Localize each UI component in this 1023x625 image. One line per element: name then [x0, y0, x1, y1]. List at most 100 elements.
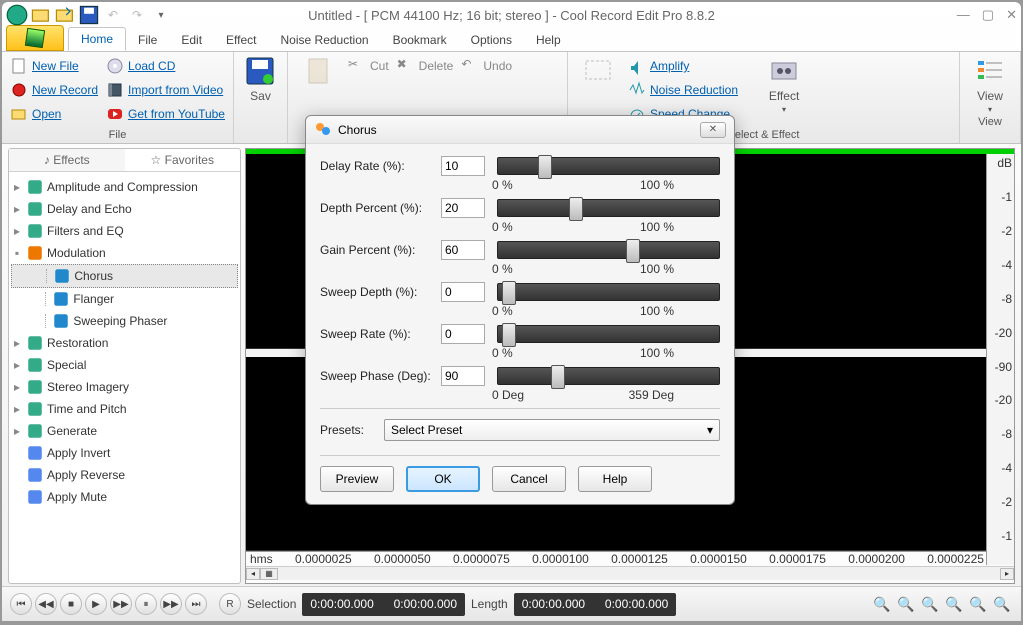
param-input[interactable] — [441, 366, 485, 386]
sidebar-tab-favorites[interactable]: ☆ Favorites — [125, 149, 241, 171]
tree-expander-icon[interactable]: ▸ — [11, 380, 23, 394]
param-slider[interactable] — [497, 367, 720, 385]
tree-item-chorus[interactable]: Chorus — [11, 264, 238, 288]
param-slider[interactable] — [497, 241, 720, 259]
tree-item-flanger[interactable]: Flanger — [11, 288, 238, 310]
ok-button[interactable]: OK — [406, 466, 480, 492]
pause-button[interactable]: ⏸ — [135, 593, 157, 615]
tab-options[interactable]: Options — [459, 29, 524, 51]
slider-thumb[interactable] — [502, 281, 516, 305]
open-button[interactable]: Open — [10, 103, 98, 125]
zoom-v-in-button[interactable]: 🔍 — [967, 593, 989, 615]
noise-reduction-button[interactable]: Noise Reduction — [628, 79, 738, 101]
scroll-knob[interactable]: ▦ — [260, 568, 278, 580]
amplify-button[interactable]: Amplify — [628, 55, 738, 77]
effects-tree[interactable]: ▸Amplitude and Compression▸Delay and Ech… — [9, 172, 240, 583]
param-input[interactable] — [441, 324, 485, 344]
tree-expander-icon[interactable]: ▸ — [11, 424, 23, 438]
play-loop-button[interactable]: ▶▶ — [110, 593, 132, 615]
tree-item-sweeping-phaser[interactable]: Sweeping Phaser — [11, 310, 238, 332]
tree-item-special[interactable]: ▸Special — [11, 354, 238, 376]
slider-thumb[interactable] — [569, 197, 583, 221]
get-youtube-button[interactable]: Get from YouTube — [106, 103, 225, 125]
cut-button[interactable]: ✂Cut — [348, 55, 389, 77]
delete-button[interactable]: ✖Delete — [397, 55, 454, 77]
tree-item-generate[interactable]: ▸Generate — [11, 420, 238, 442]
param-input[interactable] — [441, 240, 485, 260]
tab-help[interactable]: Help — [524, 29, 573, 51]
tab-file[interactable]: File — [126, 29, 169, 51]
param-slider[interactable] — [497, 157, 720, 175]
slider-thumb[interactable] — [626, 239, 640, 263]
sidebar-tab-effects[interactable]: ♪ Effects — [9, 149, 125, 171]
tree-item-delay-and-echo[interactable]: ▸Delay and Echo — [11, 198, 238, 220]
tree-item-filters-and-eq[interactable]: ▸Filters and EQ — [11, 220, 238, 242]
import-video-button[interactable]: Import from Video — [106, 79, 225, 101]
slider-thumb[interactable] — [502, 323, 516, 347]
preview-button[interactable]: Preview — [320, 466, 394, 492]
tree-expander-icon[interactable]: ▸ — [11, 180, 23, 194]
tree-item-apply-reverse[interactable]: Apply Reverse — [11, 464, 238, 486]
tree-item-restoration[interactable]: ▸Restoration — [11, 332, 238, 354]
zoom-v-out-button[interactable]: 🔍 — [991, 593, 1013, 615]
save-button[interactable]: Sav — [242, 55, 279, 103]
tab-home[interactable]: Home — [68, 27, 126, 51]
zoom-in-button[interactable]: 🔍 — [871, 593, 893, 615]
tree-item-time-and-pitch[interactable]: ▸Time and Pitch — [11, 398, 238, 420]
close-button[interactable]: ✕ — [1006, 7, 1017, 23]
preset-select[interactable]: Select Preset▾ — [384, 419, 720, 441]
slider-thumb[interactable] — [551, 365, 565, 389]
param-input[interactable] — [441, 198, 485, 218]
tree-expander-icon[interactable]: ▸ — [11, 358, 23, 372]
dialog-close-button[interactable]: ✕ — [700, 122, 726, 138]
maximize-button[interactable]: ▢ — [982, 7, 994, 23]
stop-button[interactable]: ■ — [60, 593, 82, 615]
tree-expander-icon[interactable]: ▸ — [11, 224, 23, 238]
qat-dropdown-icon[interactable]: ▾ — [150, 4, 172, 26]
param-slider[interactable] — [497, 199, 720, 217]
qat-save-icon[interactable] — [78, 4, 100, 26]
param-slider[interactable] — [497, 325, 720, 343]
tree-item-apply-mute[interactable]: Apply Mute — [11, 486, 238, 508]
rewind-button[interactable]: ◀◀ — [35, 593, 57, 615]
slider-thumb[interactable] — [538, 155, 552, 179]
qat-redo-icon[interactable]: ↷ — [126, 4, 148, 26]
zoom-sel-button[interactable]: 🔍 — [919, 593, 941, 615]
goto-start-button[interactable]: ⏮ — [10, 593, 32, 615]
qat-open2-icon[interactable] — [54, 4, 76, 26]
scroll-left-button[interactable]: ◂ — [246, 568, 260, 580]
tree-expander-icon[interactable]: ▪ — [11, 246, 23, 260]
tree-expander-icon[interactable]: ▸ — [11, 402, 23, 416]
param-input[interactable] — [441, 282, 485, 302]
minimize-button[interactable]: — — [957, 7, 970, 23]
cancel-button[interactable]: Cancel — [492, 466, 566, 492]
play-button[interactable]: ▶ — [85, 593, 107, 615]
scroll-right-button[interactable]: ▸ — [1000, 568, 1014, 580]
tree-item-stereo-imagery[interactable]: ▸Stereo Imagery — [11, 376, 238, 398]
tab-noise-reduction[interactable]: Noise Reduction — [269, 29, 381, 51]
zoom-out-button[interactable]: 🔍 — [895, 593, 917, 615]
view-button[interactable]: View▾ — [968, 55, 1012, 114]
fast-forward-button[interactable]: ▶▶ — [160, 593, 182, 615]
effect-button[interactable]: Effect▾ — [762, 55, 806, 127]
tree-item-apply-invert[interactable]: Apply Invert — [11, 442, 238, 464]
record-button[interactable]: R — [219, 593, 241, 615]
param-slider[interactable] — [497, 283, 720, 301]
tree-expander-icon[interactable]: ▸ — [11, 336, 23, 350]
app-menu-button[interactable] — [6, 25, 64, 51]
param-input[interactable] — [441, 156, 485, 176]
tab-edit[interactable]: Edit — [169, 29, 214, 51]
qat-open-icon[interactable] — [30, 4, 52, 26]
zoom-all-button[interactable]: 🔍 — [943, 593, 965, 615]
tree-item-amplitude-and-compression[interactable]: ▸Amplitude and Compression — [11, 176, 238, 198]
new-record-button[interactable]: New Record — [10, 79, 98, 101]
help-button[interactable]: Help — [578, 466, 652, 492]
tree-expander-icon[interactable]: ▸ — [11, 202, 23, 216]
tab-bookmark[interactable]: Bookmark — [381, 29, 459, 51]
load-cd-button[interactable]: Load CD — [106, 55, 225, 77]
goto-end-button[interactable]: ⏭ — [185, 593, 207, 615]
undo-button[interactable]: ↶Undo — [461, 55, 512, 77]
qat-undo-icon[interactable]: ↶ — [102, 4, 124, 26]
tab-effect[interactable]: Effect — [214, 29, 268, 51]
new-file-button[interactable]: New File — [10, 55, 98, 77]
